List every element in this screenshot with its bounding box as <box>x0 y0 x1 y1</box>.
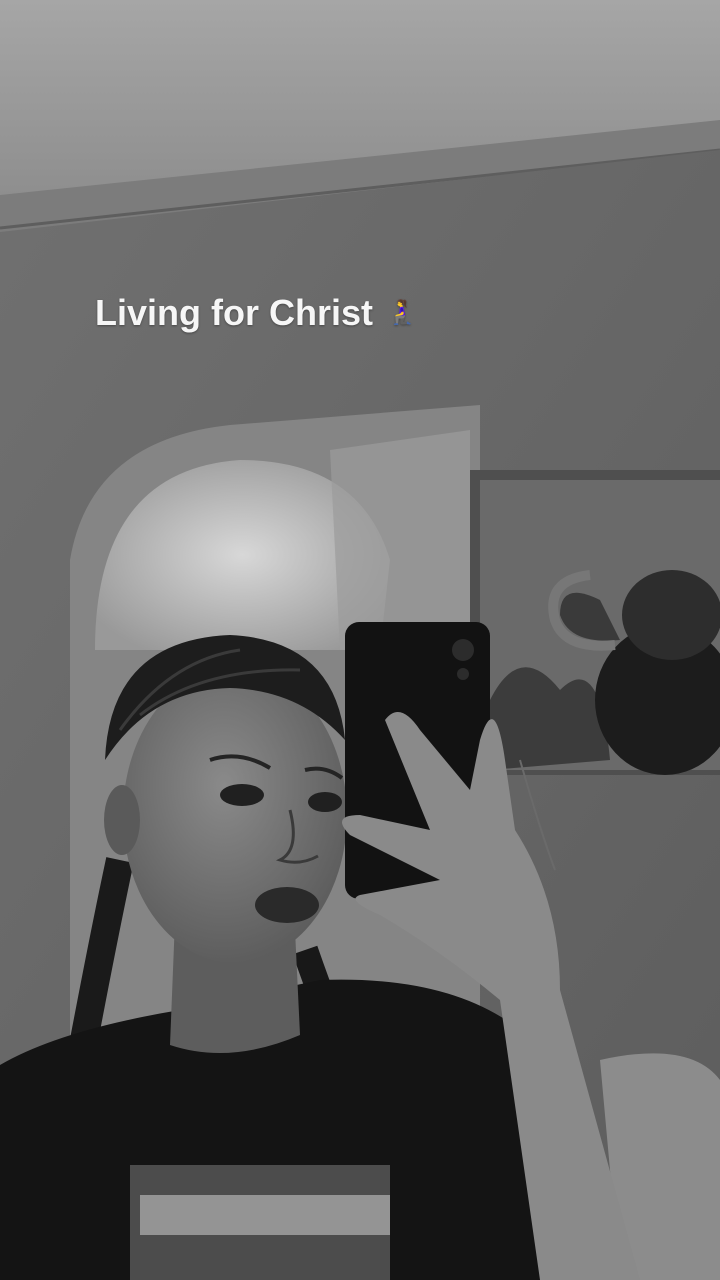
background-photo <box>0 0 720 1280</box>
caption-text: Living for Christ <box>95 292 373 333</box>
story-view: Living for Christ 🧎‍♀️ <box>0 0 720 1280</box>
story-caption: Living for Christ 🧎‍♀️ <box>95 292 417 334</box>
kneeling-woman-icon: 🧎‍♀️ <box>387 299 417 326</box>
